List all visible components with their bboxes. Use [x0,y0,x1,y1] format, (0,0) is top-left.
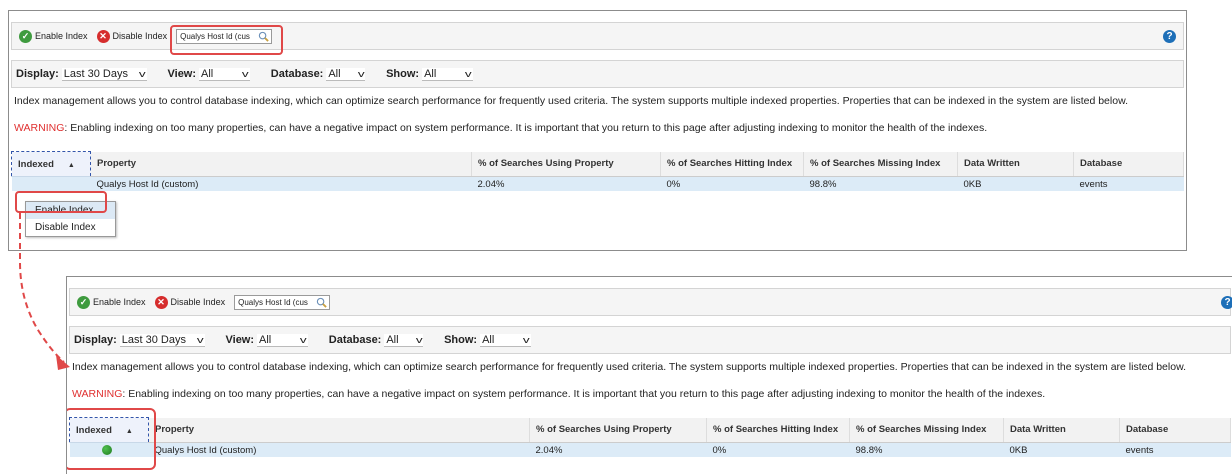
step-arrow [19,213,70,370]
